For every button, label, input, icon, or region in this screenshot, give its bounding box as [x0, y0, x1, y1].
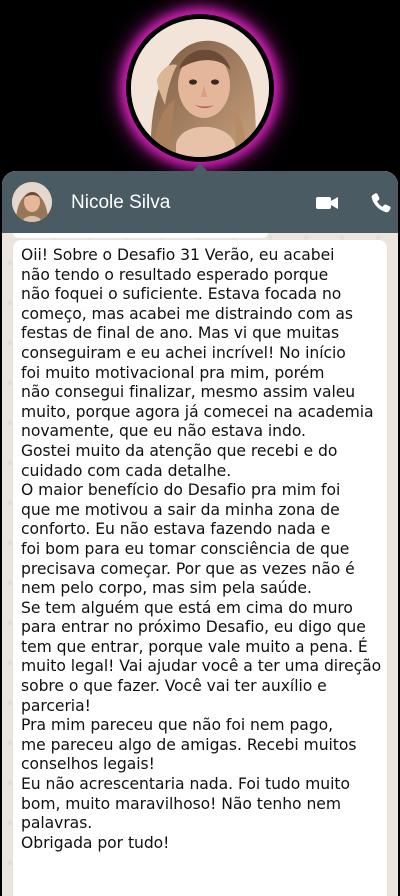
previous-message-bubble — [13, 233, 268, 238]
profile-photo — [131, 19, 269, 157]
chat-header: Nicole Silva — [2, 171, 398, 233]
message-text: Oii! Sobre o Desafio 31 Verão, eu acabei… — [21, 246, 382, 852]
contact-name[interactable]: Nicole Silva — [71, 191, 170, 215]
contact-avatar[interactable] — [12, 182, 52, 222]
avatar-photo-icon — [12, 182, 52, 222]
phone-icon[interactable] — [368, 190, 394, 216]
video-camera-icon[interactable] — [314, 190, 340, 216]
woman-portrait-icon — [131, 19, 269, 157]
